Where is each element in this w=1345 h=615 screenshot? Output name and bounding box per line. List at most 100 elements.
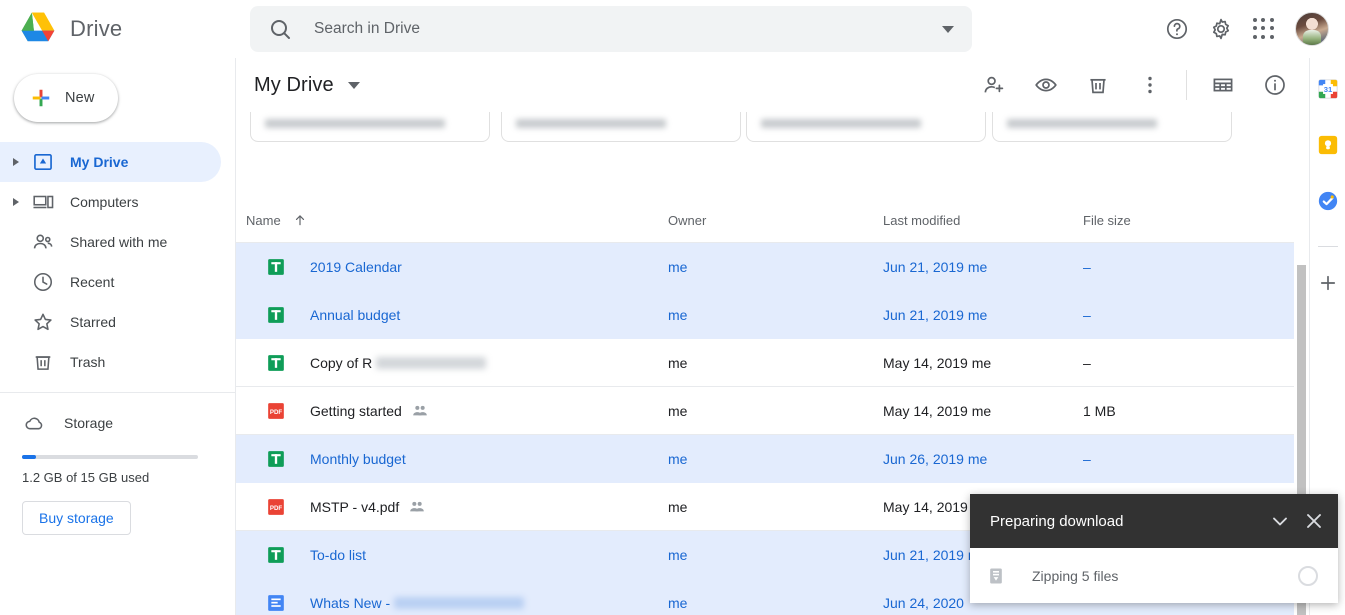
avatar[interactable]	[1295, 12, 1329, 46]
storage-label: Storage	[64, 415, 114, 431]
file-name-text: Whats New -	[310, 594, 391, 611]
arrow-up-icon	[295, 215, 304, 226]
file-name[interactable]: Annual budget	[310, 307, 400, 323]
file-name[interactable]: Getting started	[310, 403, 428, 419]
quick-access-card[interactable]	[746, 112, 986, 142]
table-header-row: Name Owner Last modified File size	[236, 198, 1309, 242]
search-bar[interactable]	[250, 6, 972, 52]
table-row[interactable]: Monthly budget me Jun 26, 2019 me –	[236, 435, 1309, 483]
column-header-owner[interactable]: Owner	[668, 213, 883, 228]
spinner-icon	[1298, 565, 1318, 586]
sidebar-item-label: Recent	[70, 274, 115, 290]
cell-last-modified: Jun 26, 2019 me	[883, 450, 988, 467]
table-row[interactable]: Annual budget me Jun 21, 2019 me –	[236, 291, 1309, 339]
table-row[interactable]: Copy of R me May 14, 2019 me –	[236, 339, 1309, 387]
sidebar-item-label: Trash	[70, 354, 106, 370]
more-options-icon[interactable]	[1138, 73, 1162, 97]
sidebar-item-my-drive[interactable]: My Drive	[0, 142, 221, 182]
new-button[interactable]: New	[14, 74, 118, 122]
quick-access-card[interactable]	[992, 112, 1232, 142]
column-header-name[interactable]: Name	[246, 213, 668, 228]
cell-owner: me	[668, 546, 688, 563]
file-name[interactable]: Copy of R	[310, 354, 487, 371]
trash-icon[interactable]	[1086, 73, 1110, 97]
sidebar-divider	[0, 392, 235, 393]
sidebar-item-computers[interactable]: Computers	[0, 182, 221, 222]
file-name[interactable]: Monthly budget	[310, 451, 406, 467]
table-row[interactable]: PDF Getting started me May 14, 2019 me 1 MB	[236, 387, 1309, 435]
file-name[interactable]: Whats New -	[310, 594, 525, 611]
sidebar-item-trash[interactable]: Trash	[0, 342, 221, 382]
pdf-icon: PDF	[268, 402, 284, 419]
cell-owner: me	[668, 354, 688, 371]
expand-twisty-icon[interactable]	[8, 158, 24, 166]
sidebar-item-storage[interactable]: Storage	[0, 403, 235, 443]
sidebar-item-starred[interactable]: Starred	[0, 302, 221, 342]
quick-access-card[interactable]	[501, 112, 741, 142]
file-name-text: Copy of R	[310, 354, 373, 371]
google-calendar-icon[interactable]: 31	[1317, 78, 1339, 100]
cloud-icon	[25, 417, 43, 430]
quick-access-card[interactable]	[250, 112, 490, 142]
google-drive-logo	[18, 11, 58, 47]
search-icon	[271, 20, 290, 39]
search-options-icon[interactable]	[942, 25, 954, 33]
zip-file-icon	[990, 568, 1002, 583]
redacted-filename	[376, 356, 487, 369]
google-sheets-icon	[268, 306, 284, 323]
file-name[interactable]: To-do list	[310, 547, 366, 563]
column-header-last-modified[interactable]: Last modified	[883, 213, 1083, 228]
apps-grid-icon[interactable]	[1253, 18, 1275, 40]
cell-file-size: –	[1083, 450, 1091, 467]
my-drive-icon	[34, 154, 52, 170]
sidebar-item-label: Computers	[70, 194, 139, 210]
google-tasks-icon[interactable]	[1317, 190, 1339, 212]
google-keep-icon[interactable]	[1317, 134, 1339, 156]
chevron-down-icon[interactable]	[347, 81, 360, 89]
column-header-file-size[interactable]: File size	[1083, 213, 1243, 228]
svg-text:PDF: PDF	[270, 408, 283, 415]
cell-file-size: 1 MB	[1083, 402, 1116, 419]
redacted-filename	[394, 596, 525, 609]
pdf-icon: PDF	[268, 498, 284, 515]
plus-icon[interactable]	[1318, 273, 1338, 293]
file-name-text: To-do list	[310, 546, 367, 563]
left-sidebar: New My Drive Computers Shared with me Re…	[0, 58, 236, 615]
cell-file-size: –	[1083, 354, 1091, 371]
brand[interactable]: Drive	[0, 11, 250, 47]
file-name-text: Getting started	[310, 402, 402, 419]
add-person-icon[interactable]	[982, 73, 1006, 97]
computers-icon	[33, 195, 54, 209]
file-name-text: MSTP - v4.pdf	[310, 498, 400, 515]
eye-icon[interactable]	[1034, 73, 1058, 97]
cell-name: PDF Getting started	[246, 401, 668, 421]
close-icon[interactable]	[1302, 509, 1326, 533]
file-name[interactable]: MSTP - v4.pdf	[310, 499, 425, 515]
google-drive-window: Drive Search in Drive New My Drive Compu…	[0, 0, 1345, 615]
shared-with-me-icon	[33, 234, 53, 249]
gear-icon[interactable]	[1209, 17, 1233, 41]
sidebar-item-label: Shared with me	[70, 234, 168, 250]
expand-twisty-icon[interactable]	[8, 198, 24, 206]
google-sheets-icon	[268, 354, 284, 371]
details-info-icon[interactable]	[1263, 73, 1287, 97]
cell-name: Copy of R	[246, 353, 668, 373]
chevron-down-icon[interactable]	[1268, 509, 1292, 533]
sidebar-item-recent[interactable]: Recent	[0, 262, 221, 302]
grid-view-icon[interactable]	[1211, 73, 1235, 97]
google-sheets-icon	[268, 450, 284, 467]
table-row[interactable]: 2019 Calendar me Jun 21, 2019 me –	[236, 243, 1309, 291]
sidebar-item-label: My Drive	[70, 154, 129, 170]
buy-storage-button[interactable]: Buy storage	[22, 501, 131, 535]
search-input[interactable]	[314, 20, 942, 38]
app-header: Drive	[0, 0, 1345, 58]
plus-icon	[32, 89, 50, 107]
cell-name: PDF MSTP - v4.pdf	[246, 497, 668, 517]
shared-people-icon	[413, 405, 427, 415]
sidebar-item-shared-with-me[interactable]: Shared with me	[0, 222, 221, 262]
cell-owner: me	[668, 258, 688, 275]
toolbar-actions	[968, 70, 1301, 100]
file-name[interactable]: 2019 Calendar	[310, 259, 402, 275]
help-icon[interactable]	[1165, 17, 1189, 41]
cell-last-modified: Jun 21, 2019 me	[883, 306, 988, 323]
